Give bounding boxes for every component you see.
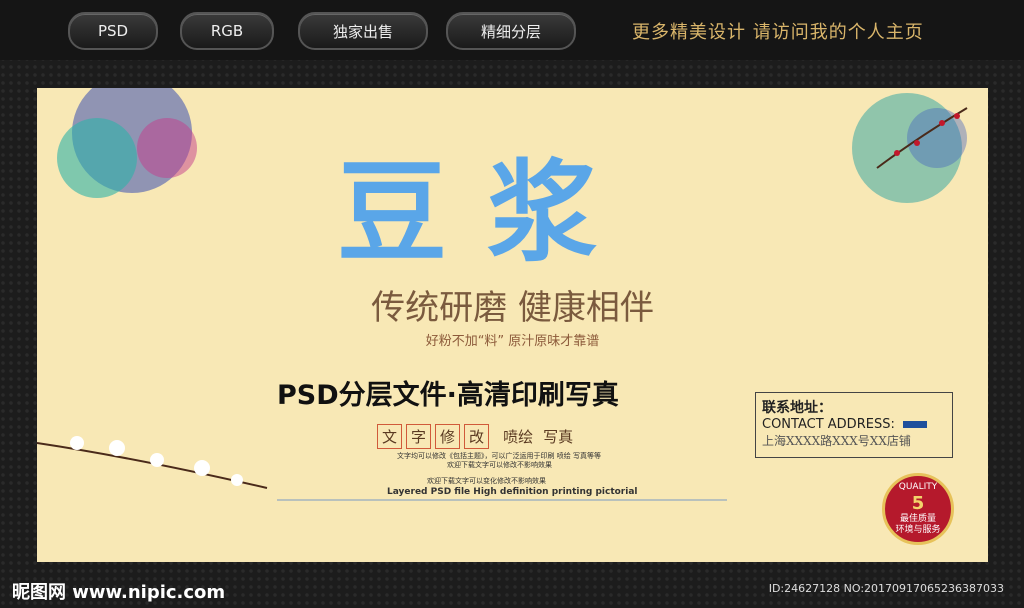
tag-extra: 喷绘 bbox=[503, 428, 534, 446]
tab-layered[interactable]: 精细分层 bbox=[446, 12, 576, 50]
image-id: ID:24627128 NO:20170917065236387033 bbox=[768, 582, 1004, 595]
homepage-link[interactable]: 更多精美设计 请访问我的个人主页 bbox=[632, 18, 924, 44]
contact-address: 上海XXXX路XXX号XX店铺 bbox=[762, 434, 911, 448]
tag-box: 修 bbox=[435, 424, 461, 449]
contact-bar bbox=[902, 421, 927, 428]
poster: 豆浆 传统研磨 健康相伴 好粉不加“料” 原汁原味才靠谱 PSD分层文件·高清印… bbox=[37, 88, 988, 562]
note-line: 欢迎下载文字可以变化修改不影响效果 bbox=[427, 477, 546, 485]
contact-english: CONTACT ADDRESS: bbox=[762, 417, 895, 432]
sub-slogan: 好粉不加“料” 原汁原味才靠谱 bbox=[425, 334, 600, 349]
tag-box: 文 bbox=[377, 424, 403, 449]
tab-psd[interactable]: PSD bbox=[68, 12, 158, 50]
tab-exclusive[interactable]: 独家出售 bbox=[298, 12, 428, 50]
tag-box: 字 bbox=[406, 424, 432, 449]
tag-extra: 写真 bbox=[543, 428, 574, 446]
ink-splash-teal bbox=[57, 118, 137, 198]
tab-rgb[interactable]: RGB bbox=[180, 12, 274, 50]
poster-title: 豆浆 bbox=[337, 149, 637, 277]
english-line: Layered PSD file High definition printin… bbox=[387, 487, 638, 497]
watermark: 昵图网 www.nipic.com bbox=[12, 582, 226, 603]
tag-box: 改 bbox=[464, 424, 490, 449]
quality-badge: QUALITY 5 最佳质量 环境与服务 bbox=[882, 473, 954, 545]
edit-tags: 文 字 修 改 喷绘 写真 bbox=[377, 424, 573, 449]
psd-headline: PSD分层文件·高清印刷写真 bbox=[277, 380, 619, 411]
contact-box: 联系地址： CONTACT ADDRESS: 上海XXXX路XXX号XX店铺 bbox=[755, 392, 953, 458]
note-line: 欢迎下载文字可以修改不影响效果 bbox=[447, 461, 552, 469]
ink-splash-pink bbox=[137, 118, 197, 178]
contact-title: 联系地址： bbox=[762, 400, 832, 416]
slogan: 传统研磨 健康相伴 bbox=[371, 288, 654, 328]
